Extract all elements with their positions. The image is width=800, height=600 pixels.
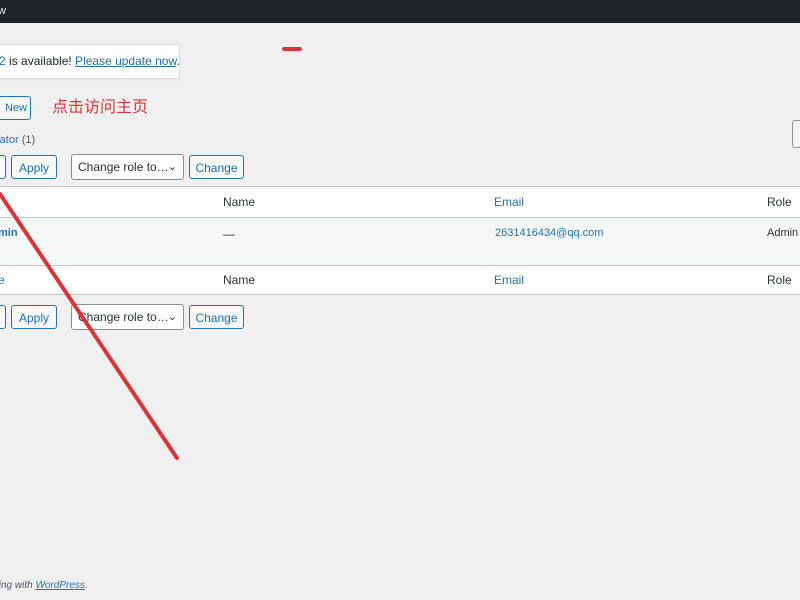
user-name-cell: — bbox=[223, 227, 235, 241]
change-role-select-bottom-value: Change role to… bbox=[78, 310, 169, 324]
add-new-user-button[interactable]: New bbox=[0, 96, 31, 120]
admin-footer: ting with WordPress. bbox=[0, 580, 88, 591]
chevron-down-icon: ⌄ bbox=[167, 311, 177, 323]
column-footer-email[interactable]: Email bbox=[494, 273, 524, 287]
footer-prefix: ting with bbox=[0, 580, 33, 591]
update-notice-text: is available! bbox=[5, 54, 76, 68]
users-admin-screen: w 2 is available! Please update now. New… bbox=[0, 0, 800, 600]
update-notice: 2 is available! Please update now. bbox=[0, 44, 180, 79]
apply-button-top[interactable]: Apply bbox=[11, 155, 57, 179]
filter-administrator-link[interactable]: rator bbox=[0, 134, 19, 146]
update-now-link[interactable]: Please update now bbox=[75, 54, 176, 68]
table-row: min — 2631416434@qq.com Admin bbox=[0, 218, 800, 265]
annotation-text: 点击访问主页 bbox=[52, 97, 149, 116]
change-role-select-top-value: Change role to… bbox=[78, 160, 169, 174]
chevron-down-icon: ⌄ bbox=[167, 161, 177, 173]
column-footer-role: Role bbox=[767, 273, 792, 287]
user-username-link[interactable]: min bbox=[0, 227, 18, 239]
admin-bar: w bbox=[0, 0, 800, 23]
column-header-name: Name bbox=[223, 195, 256, 209]
change-role-button-top[interactable]: Change bbox=[189, 155, 244, 179]
bulk-actions-select-top[interactable] bbox=[0, 155, 6, 179]
annotation-dash-mark bbox=[282, 47, 302, 51]
update-notice-period: . bbox=[176, 54, 180, 68]
table-footer-row: e Name Email Role bbox=[0, 265, 800, 296]
user-email-link[interactable]: 2631416434@qq.com bbox=[495, 227, 603, 239]
wordpress-footer-link[interactable]: WordPress bbox=[35, 580, 84, 591]
bulk-actions-select-bottom[interactable] bbox=[0, 305, 6, 329]
column-footer-username[interactable]: e bbox=[0, 273, 5, 287]
filter-administrator-count: (1) bbox=[21, 134, 36, 146]
annotation-arrow-line bbox=[0, 192, 179, 460]
column-header-role: Role bbox=[767, 195, 792, 209]
column-header-email[interactable]: Email bbox=[494, 195, 524, 209]
change-role-select-bottom[interactable]: Change role to… ⌄ bbox=[71, 304, 184, 330]
user-role-cell: Admin bbox=[767, 227, 799, 239]
admin-bar-text[interactable]: w bbox=[0, 5, 6, 17]
change-role-select-top[interactable]: Change role to… ⌄ bbox=[71, 154, 184, 180]
search-users-input[interactable] bbox=[792, 120, 800, 148]
users-table: Name Email Role min — 2631416434@qq.com … bbox=[0, 186, 800, 295]
apply-button-bottom[interactable]: Apply bbox=[11, 305, 57, 329]
footer-suffix: . bbox=[84, 580, 88, 591]
change-role-button-bottom[interactable]: Change bbox=[189, 305, 244, 329]
table-header-row: Name Email Role bbox=[0, 187, 800, 218]
role-filter-links: rator (1) bbox=[0, 134, 35, 146]
column-footer-name: Name bbox=[223, 273, 256, 287]
